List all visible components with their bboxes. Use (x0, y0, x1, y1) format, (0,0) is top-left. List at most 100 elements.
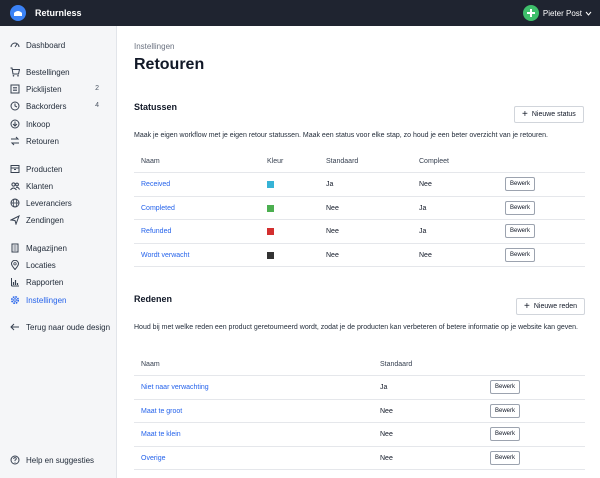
sidebar-item-bestellingen[interactable]: Bestellingen (0, 64, 116, 80)
reason-name-link[interactable]: Niet naar verwachting (141, 384, 209, 391)
user-name[interactable]: Pieter Post (543, 9, 582, 18)
sidebar-item-instellingen[interactable]: Instellingen (0, 292, 116, 308)
reason-name-link[interactable]: Maat te klein (141, 431, 181, 438)
count-badge: 4 (95, 102, 99, 109)
sidebar-item-label: Producten (26, 165, 63, 174)
column-header: Standaard (380, 361, 413, 368)
status-name-link[interactable]: Received (141, 181, 170, 188)
chevron-down-icon[interactable] (585, 11, 592, 16)
standaard-value: Nee (326, 204, 339, 212)
app-name[interactable]: Returnless (35, 8, 82, 18)
users-icon (10, 182, 20, 191)
compleet-value: Nee (419, 251, 432, 259)
column-header: Naam (141, 158, 160, 165)
sidebar-item-label: Klanten (26, 182, 54, 191)
standaard-value: Nee (326, 251, 339, 259)
sidebar-item-backorders[interactable]: Backorders 4 (0, 98, 116, 114)
breadcrumb[interactable]: Instellingen (134, 42, 174, 51)
table-header: Naam Standaard (134, 353, 585, 376)
question-circle-icon (10, 455, 20, 465)
standaard-value: Nee (380, 431, 393, 438)
edit-button[interactable]: Bewerk (490, 450, 521, 465)
user-menu[interactable]: Pieter Post (522, 5, 592, 21)
main-content: Instellingen Retouren Statussen + Nieuwe… (117, 26, 600, 478)
box-icon (10, 165, 20, 173)
reason-name-link[interactable]: Overige (141, 455, 166, 462)
status-name-link[interactable]: Completed (141, 205, 175, 212)
returnless-logo-icon[interactable] (10, 5, 26, 21)
location-pin-icon (10, 260, 20, 270)
sidebar-item-label: Instellingen (26, 296, 67, 305)
clock-icon (10, 101, 20, 111)
edit-button[interactable]: Bewerk (505, 177, 536, 191)
sidebar-item-label: Zendingen (26, 216, 64, 225)
table-header: Naam Kleur Standaard Compleet (134, 150, 585, 173)
sidebar-item-inkoop[interactable]: Inkoop (0, 116, 116, 132)
sidebar-item-label: Terug naar oude design (26, 323, 111, 332)
sidebar-item-oude-design[interactable]: Terug naar oude design (0, 319, 116, 335)
edit-button[interactable]: Bewerk (505, 224, 536, 238)
statussen-table: Naam Kleur Standaard Compleet Received J… (134, 150, 585, 267)
compleet-value: Ja (419, 228, 427, 235)
avatar[interactable] (522, 5, 539, 21)
standaard-value: Nee (380, 454, 393, 462)
status-name-link[interactable]: Refunded (141, 228, 171, 235)
sidebar-item-label: Inkoop (26, 120, 51, 129)
help-link[interactable]: Help en suggesties (0, 452, 116, 468)
list-icon (10, 84, 20, 94)
sidebar-item-dashboard[interactable]: Dashboard (0, 37, 116, 53)
sidebar-item-retouren[interactable]: Retouren (0, 133, 116, 149)
table-row: Refunded Nee Ja Bewerk (134, 220, 585, 244)
new-reason-label: Nieuwe reden (533, 303, 578, 310)
standaard-value: Ja (380, 384, 388, 391)
building-icon (11, 243, 19, 253)
dashboard-icon (10, 42, 20, 48)
color-swatch (267, 251, 274, 259)
sidebar-item-label: Magazijnen (26, 244, 67, 253)
plus-icon: + (524, 300, 530, 312)
column-header: Standaard (326, 158, 359, 165)
edit-button[interactable]: Bewerk (490, 380, 521, 394)
column-header: Kleur (267, 158, 284, 165)
table-row: Overige Nee Bewerk (134, 447, 585, 470)
plus-icon: + (522, 108, 528, 120)
send-icon (10, 215, 20, 225)
sidebar-item-producten[interactable]: Producten (0, 161, 116, 177)
table-row: Wordt verwacht Nee Nee Bewerk (134, 244, 585, 267)
table-row: Niet naar verwachting Ja Bewerk (134, 376, 585, 400)
edit-button[interactable]: Bewerk (505, 200, 536, 215)
page-title: Retouren (134, 56, 205, 73)
sidebar-item-klanten[interactable]: Klanten (0, 178, 116, 194)
status-name-link[interactable]: Wordt verwacht (141, 252, 190, 259)
new-reason-button[interactable]: + Nieuwe reden (516, 298, 586, 315)
sidebar-item-locaties[interactable]: Locaties (0, 257, 116, 273)
statussen-heading: Statussen (134, 102, 178, 112)
sidebar-item-label: Retouren (26, 137, 59, 146)
table-row: Maat te klein Nee Bewerk (134, 423, 585, 447)
new-status-label: Nieuwe status (531, 111, 576, 118)
edit-button[interactable]: Bewerk (505, 247, 536, 262)
count-badge: 2 (95, 85, 99, 92)
redenen-description: Houd bij met welke reden een product ger… (134, 324, 578, 331)
sidebar-item-rapporten[interactable]: Rapporten (0, 274, 116, 290)
edit-button[interactable]: Bewerk (490, 427, 521, 441)
sidebar-item-picklijsten[interactable]: Picklijsten 2 (0, 81, 116, 97)
edit-button[interactable]: Bewerk (490, 403, 521, 418)
sidebar-item-zendingen[interactable]: Zendingen (0, 212, 116, 228)
sidebar-item-label: Locaties (26, 261, 56, 270)
new-status-button[interactable]: + Nieuwe status (514, 106, 584, 123)
statussen-description: Maak je eigen workflow met je eigen reto… (134, 132, 549, 139)
reason-name-link[interactable]: Maat te groot (141, 408, 182, 415)
sidebar-item-leveranciers[interactable]: Leveranciers (0, 195, 116, 211)
sidebar-item-magazijnen[interactable]: Magazijnen (0, 240, 116, 256)
table-row: Received Ja Nee Bewerk (134, 173, 585, 197)
color-swatch (267, 181, 274, 188)
standaard-value: Ja (326, 181, 334, 188)
compleet-value: Ja (419, 204, 427, 212)
redenen-table: Naam Standaard Niet naar verwachting Ja … (134, 353, 585, 470)
column-header: Naam (141, 361, 160, 368)
sidebar-item-label: Rapporten (26, 278, 64, 287)
standaard-value: Nee (380, 407, 393, 415)
sidebar: Dashboard Bestellingen Picklijsten 2 Bac… (0, 26, 117, 478)
table-row: Maat te groot Nee Bewerk (134, 400, 585, 423)
